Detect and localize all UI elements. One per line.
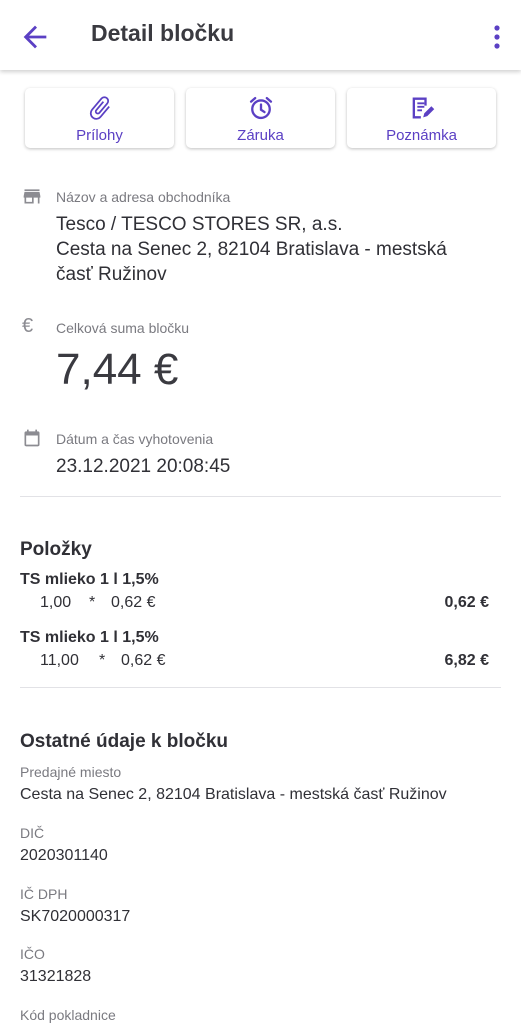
- merchant-address-line1: Cesta na Senec 2, 82104 Bratislava - mes…: [56, 239, 447, 260]
- more-vert-icon[interactable]: [491, 24, 503, 50]
- attachments-button[interactable]: Prílohy: [25, 88, 174, 148]
- app-bar: Detail bločku: [0, 0, 521, 70]
- note-label: Poznámka: [386, 127, 457, 144]
- item-total: 6,82 €: [444, 652, 489, 669]
- total-label: Celková suma bločku: [56, 320, 190, 336]
- datetime-label: Dátum a čas vyhotovenia: [56, 431, 214, 447]
- dic-label: DIČ: [20, 825, 45, 841]
- ic-dph-value: SK7020000317: [20, 908, 131, 925]
- item-total: 0,62 €: [444, 594, 489, 611]
- alarm-clock-icon: [249, 96, 272, 120]
- datetime-value: 23.12.2021 20:08:45: [56, 456, 231, 477]
- item-unit-price: 0,62 €: [111, 594, 156, 611]
- arrow-left-icon[interactable]: [18, 20, 52, 54]
- item-times: *: [89, 594, 96, 611]
- item-name: TS mlieko 1 l 1,5%: [20, 571, 159, 588]
- note-button[interactable]: Poznámka: [347, 88, 496, 148]
- sale-location-value: Cesta na Senec 2, 82104 Bratislava - mes…: [20, 786, 447, 803]
- divider: [20, 496, 501, 497]
- ico-value: 31321828: [20, 968, 92, 985]
- sale-location-label: Predajné miesto: [20, 764, 122, 780]
- warranty-label: Záruka: [237, 127, 284, 144]
- merchant-address-line2: časť Ružinov: [56, 264, 167, 285]
- calendar-icon: [24, 429, 40, 447]
- item-quantity: 1,00: [40, 594, 72, 611]
- euro-icon: €: [22, 315, 34, 337]
- ico-label: IČO: [20, 946, 45, 962]
- merchant-name: Tesco / TESCO STORES SR, a.s.: [56, 214, 343, 235]
- item-times: *: [99, 652, 106, 669]
- action-buttons: Prílohy Záruka Poznámka: [25, 88, 497, 150]
- item-unit-price: 0,62 €: [121, 652, 166, 669]
- attachments-label: Prílohy: [76, 127, 123, 144]
- note-edit-icon: [412, 97, 434, 119]
- page-title: Detail bločku: [91, 20, 235, 46]
- items-title: Položky: [20, 539, 92, 560]
- cash-register-code-label: Kód pokladnice: [20, 1007, 116, 1023]
- divider: [20, 687, 501, 688]
- merchant-label: Názov a adresa obchodníka: [56, 189, 231, 205]
- other-info-title: Ostatné údaje k bločku: [20, 731, 228, 752]
- dic-value: 2020301140: [20, 847, 108, 864]
- paperclip-icon: [89, 96, 110, 120]
- warranty-button[interactable]: Záruka: [186, 88, 335, 148]
- item-name: TS mlieko 1 l 1,5%: [20, 629, 159, 646]
- store-icon: [23, 189, 41, 204]
- total-amount: 7,44 €: [56, 345, 179, 394]
- item-quantity: 11,00: [40, 652, 79, 669]
- ic-dph-label: IČ DPH: [20, 886, 68, 902]
